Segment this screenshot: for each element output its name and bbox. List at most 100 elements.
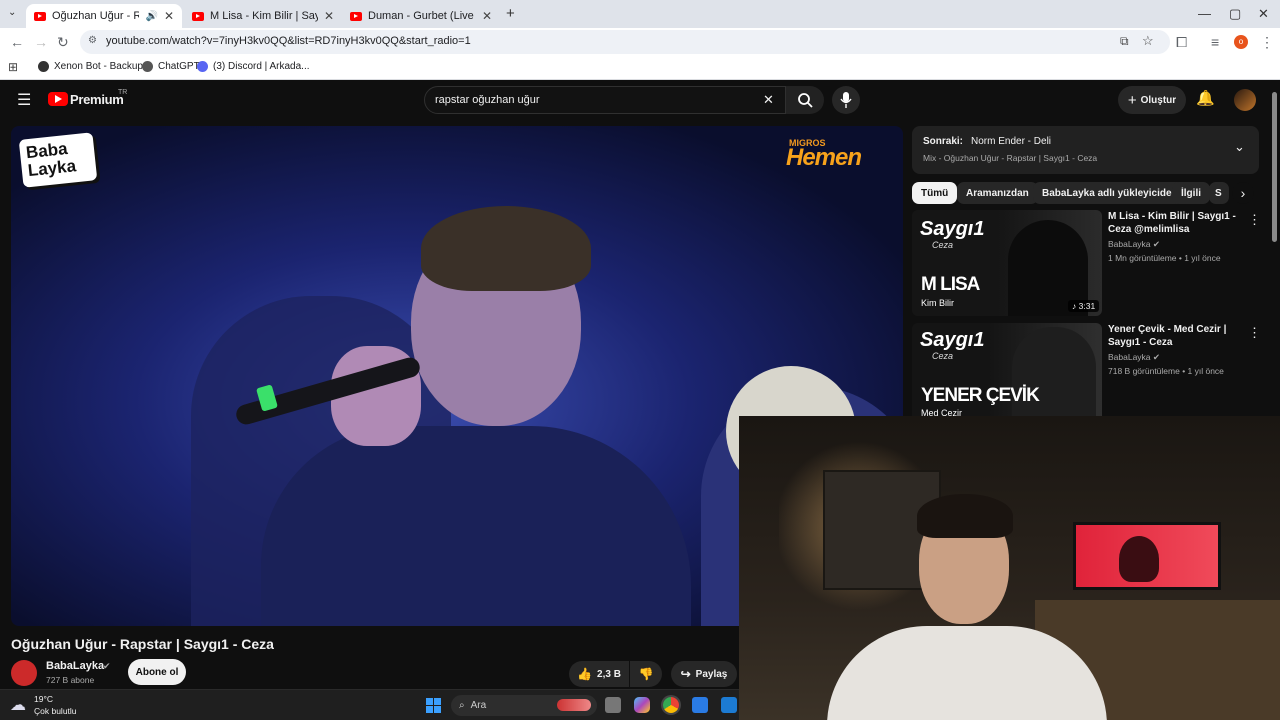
outlook-icon[interactable] (721, 697, 737, 713)
tab-label: Oğuzhan Uğur - Rapstar | S (52, 10, 140, 22)
minimize-button[interactable]: — (1198, 6, 1211, 21)
install-app-icon[interactable]: ⧉ (1120, 34, 1129, 49)
reload-button[interactable]: ↻ (57, 34, 69, 51)
chatgpt-icon (142, 61, 153, 72)
recommendation-meta: 1 Mn görüntüleme • 1 yıl önce (1108, 253, 1221, 263)
bookmark-discord[interactable]: (3) Discord | Arkada... (197, 61, 310, 72)
weather-cloud-icon[interactable]: ☁ (10, 695, 26, 715)
bookmark-star-icon[interactable]: ☆ (1142, 33, 1154, 49)
bookmark-xenon[interactable]: Xenon Bot - Backup... (38, 61, 151, 72)
thumb-brand: Saygı1 (920, 329, 985, 351)
weather-temp[interactable]: 19°C (34, 694, 53, 704)
search-input[interactable]: rapstar oğuzhan uğur ✕ (424, 86, 786, 114)
address-bar[interactable]: ⚙ youtube.com/watch?v=7inyH3kv0QQ&list=R… (80, 30, 1170, 54)
babalayka-logo: Baba Layka (18, 132, 98, 188)
site-info-icon[interactable]: ⚙ (88, 35, 97, 46)
chip-more[interactable]: S (1209, 182, 1229, 204)
thumb-small-text: Kim Bilir (921, 298, 954, 308)
new-tab-button[interactable]: + (506, 5, 515, 22)
video-thumbnail[interactable]: Saygı1 Ceza M LISA Kim Bilir ♪ 3:31 (912, 210, 1102, 316)
restore-button[interactable]: ▢ (1229, 6, 1241, 22)
create-button[interactable]: + Oluştur (1118, 86, 1186, 114)
subscribe-button[interactable]: Abone ol (128, 659, 186, 685)
more-options-icon[interactable]: ⋮ (1248, 325, 1261, 341)
browser-toolbar: ← → ↻ ⚙ youtube.com/watch?v=7inyH3kv0QQ&… (0, 28, 1280, 56)
account-avatar[interactable] (1234, 89, 1256, 111)
play-triangle-icon (55, 95, 62, 103)
youtube-favicon-icon (350, 11, 362, 21)
recommendation-item[interactable]: Saygı1 Ceza YENER ÇEVİK Med Cezir Yener … (912, 323, 1262, 416)
notifications-bell-icon[interactable]: 🔔 (1196, 89, 1215, 107)
windows-start-icon[interactable] (426, 698, 441, 713)
video-title: Oğuzhan Uğur - Rapstar | Saygı1 - Ceza (11, 636, 274, 652)
person-hair (917, 494, 1013, 538)
chip-from-uploader[interactable]: BabaLayka adlı yükleyiciden (1033, 182, 1187, 204)
recommendation-channel[interactable]: BabaLayka ✔ (1108, 239, 1160, 250)
search-icon (798, 93, 813, 108)
tab-close-icon[interactable]: ✕ (324, 9, 334, 23)
channel-name[interactable]: BabaLayka (46, 660, 104, 672)
tab-close-icon[interactable]: ✕ (482, 9, 492, 23)
chip-all[interactable]: Tümü (912, 182, 958, 204)
search-button[interactable] (786, 86, 824, 114)
tab-label: M Lisa - Kim Bilir | Saygı1 - Ceza (210, 10, 318, 22)
thumb-big-text: YENER ÇEVİK (921, 385, 1040, 406)
share-button[interactable]: ↪ Paylaş (671, 661, 737, 687)
chrome-taskbar-icon[interactable] (663, 697, 679, 713)
thumb-brand-sub: Ceza (932, 351, 954, 361)
tab-rapstar[interactable]: Oğuzhan Uğur - Rapstar | S 🔊 ✕ (26, 4, 182, 28)
search-query[interactable]: rapstar oğuzhan uğur (435, 94, 540, 106)
tab-duman[interactable]: Duman - Gurbet (Live At Bostan ✕ (342, 4, 500, 28)
chip-from-search[interactable]: Aramanızdan (957, 182, 1038, 204)
weather-desc[interactable]: Çok bulutlu (34, 706, 77, 716)
tv-cat-silhouette (1119, 536, 1159, 582)
forward-button[interactable]: → (34, 34, 48, 50)
window-close-button[interactable]: ✕ (1258, 6, 1269, 22)
recommendation-item[interactable]: Saygı1 Ceza M LISA Kim Bilir ♪ 3:31 M Li… (912, 210, 1262, 318)
bookmark-label: (3) Discord | Arkada... (213, 61, 310, 72)
channel-avatar[interactable] (11, 660, 37, 686)
youtube-header: ☰ Premium TR rapstar oğuzhan uğur ✕ + Olu… (0, 80, 1268, 120)
thumb-brand-sub: Ceza (932, 240, 954, 250)
profile-avatar[interactable]: o (1234, 35, 1248, 49)
page-scrollbar[interactable] (1268, 80, 1280, 416)
url-text[interactable]: youtube.com/watch?v=7inyH3kv0QQ&list=RD7… (106, 35, 471, 47)
recommendation-title[interactable]: Yener Çevik - Med Cezir | Saygı1 - Ceza (1108, 323, 1244, 349)
video-thumbnail[interactable]: Saygı1 Ceza YENER ÇEVİK Med Cezir (912, 323, 1102, 416)
tab-list-dropdown-icon[interactable]: ⌄ (8, 7, 16, 18)
taskbar-search[interactable]: ⌕ Ara (451, 695, 597, 716)
hamburger-menu-icon[interactable]: ☰ (17, 90, 31, 110)
chrome-menu-icon[interactable]: ⋮ (1260, 34, 1274, 51)
recommendation-title[interactable]: M Lisa - Kim Bilir | Saygı1 - Ceza @meli… (1108, 210, 1244, 236)
scrollbar-thumb[interactable] (1272, 92, 1277, 242)
more-options-icon[interactable]: ⋮ (1248, 212, 1261, 228)
chevron-down-icon[interactable]: ⌄ (1234, 139, 1245, 155)
chips-next-arrow-icon[interactable]: › (1232, 182, 1254, 204)
voice-search-button[interactable] (832, 86, 860, 114)
share-arrow-icon: ↪ (680, 667, 691, 681)
recommendation-channel[interactable]: BabaLayka ✔ (1108, 352, 1160, 363)
apps-grid-icon[interactable]: ⊞ (8, 60, 18, 74)
like-button[interactable]: 👍 2,3 B (569, 661, 629, 687)
dislike-button[interactable]: 👎 (630, 661, 662, 687)
chip-related[interactable]: İlgili (1172, 182, 1210, 204)
extensions-icon[interactable]: ⧠ (1176, 34, 1187, 51)
plus-icon: + (1127, 91, 1137, 109)
tab-mlisa[interactable]: M Lisa - Kim Bilir | Saygı1 - Ceza ✕ (184, 4, 342, 28)
back-button[interactable]: ← (10, 34, 24, 50)
thumb-brand: Saygı1 (920, 218, 985, 240)
task-view-icon[interactable] (605, 697, 621, 713)
windows-taskbar: ☁ 19°C Çok bulutlu ⌕ Ara (0, 689, 739, 720)
region-code: TR (118, 89, 128, 96)
performer-body (261, 426, 691, 626)
youtube-favicon-icon (34, 11, 46, 21)
bookmark-chatgpt[interactable]: ChatGPT (142, 61, 200, 72)
copilot-icon[interactable] (634, 697, 650, 713)
up-next-panel[interactable]: Sonraki: Norm Ender - Deli Mix - Oğuzhan… (912, 126, 1259, 174)
media-controls-icon[interactable]: ≡ (1211, 34, 1219, 50)
speaker-icon[interactable]: 🔊 (145, 11, 157, 22)
duration-text: 3:31 (1078, 301, 1096, 311)
tab-close-icon[interactable]: ✕ (164, 9, 174, 23)
clear-search-icon[interactable]: ✕ (763, 92, 774, 108)
store-icon[interactable] (692, 697, 708, 713)
